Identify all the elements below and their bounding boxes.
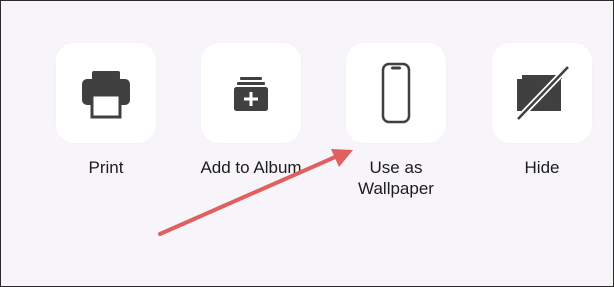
add-to-album-tile[interactable] [201, 43, 301, 143]
use-as-wallpaper-label: Use as Wallpaper [358, 158, 434, 198]
hide-icon [515, 64, 571, 122]
print-action-tile[interactable] [56, 43, 156, 143]
add-to-album-icon [234, 77, 268, 111]
print-label: Print [88, 158, 124, 177]
phone-icon [381, 62, 411, 124]
printer-icon [82, 71, 130, 119]
share-actions-row: Print Add to Album Use as Wallpaper Hide [1, 1, 613, 286]
add-to-album-action[interactable]: Add to Album [176, 43, 326, 178]
hide-action[interactable]: Hide [467, 43, 614, 178]
add-to-album-label: Add to Album [200, 158, 302, 177]
print-action[interactable]: Print [31, 43, 181, 178]
hide-label: Hide [524, 158, 560, 177]
use-as-wallpaper-tile[interactable] [346, 43, 446, 143]
hide-action-tile[interactable] [492, 43, 592, 143]
share-sheet-panel: Print Add to Album Use as Wallpaper Hide [0, 0, 614, 287]
use-as-wallpaper-action[interactable]: Use as Wallpaper [321, 43, 471, 199]
